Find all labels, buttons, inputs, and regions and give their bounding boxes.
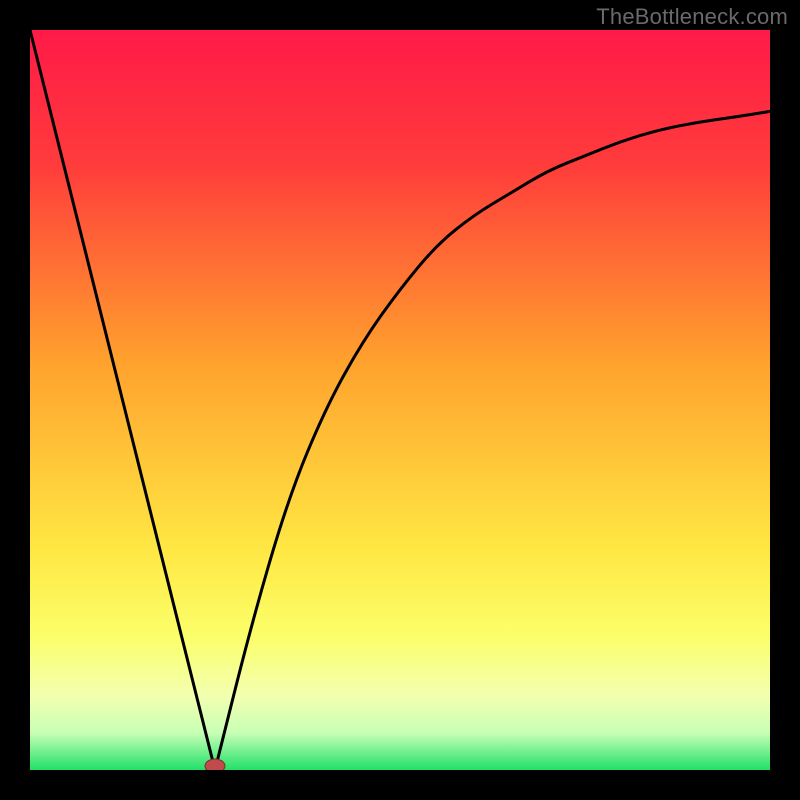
chart-svg [30, 30, 770, 770]
plot-background [30, 30, 770, 770]
minimum-marker [205, 759, 225, 770]
watermark-text: TheBottleneck.com [596, 4, 788, 30]
chart-frame: { "watermark": "TheBottleneck.com", "cha… [0, 0, 800, 800]
bottleneck-chart [30, 30, 770, 770]
